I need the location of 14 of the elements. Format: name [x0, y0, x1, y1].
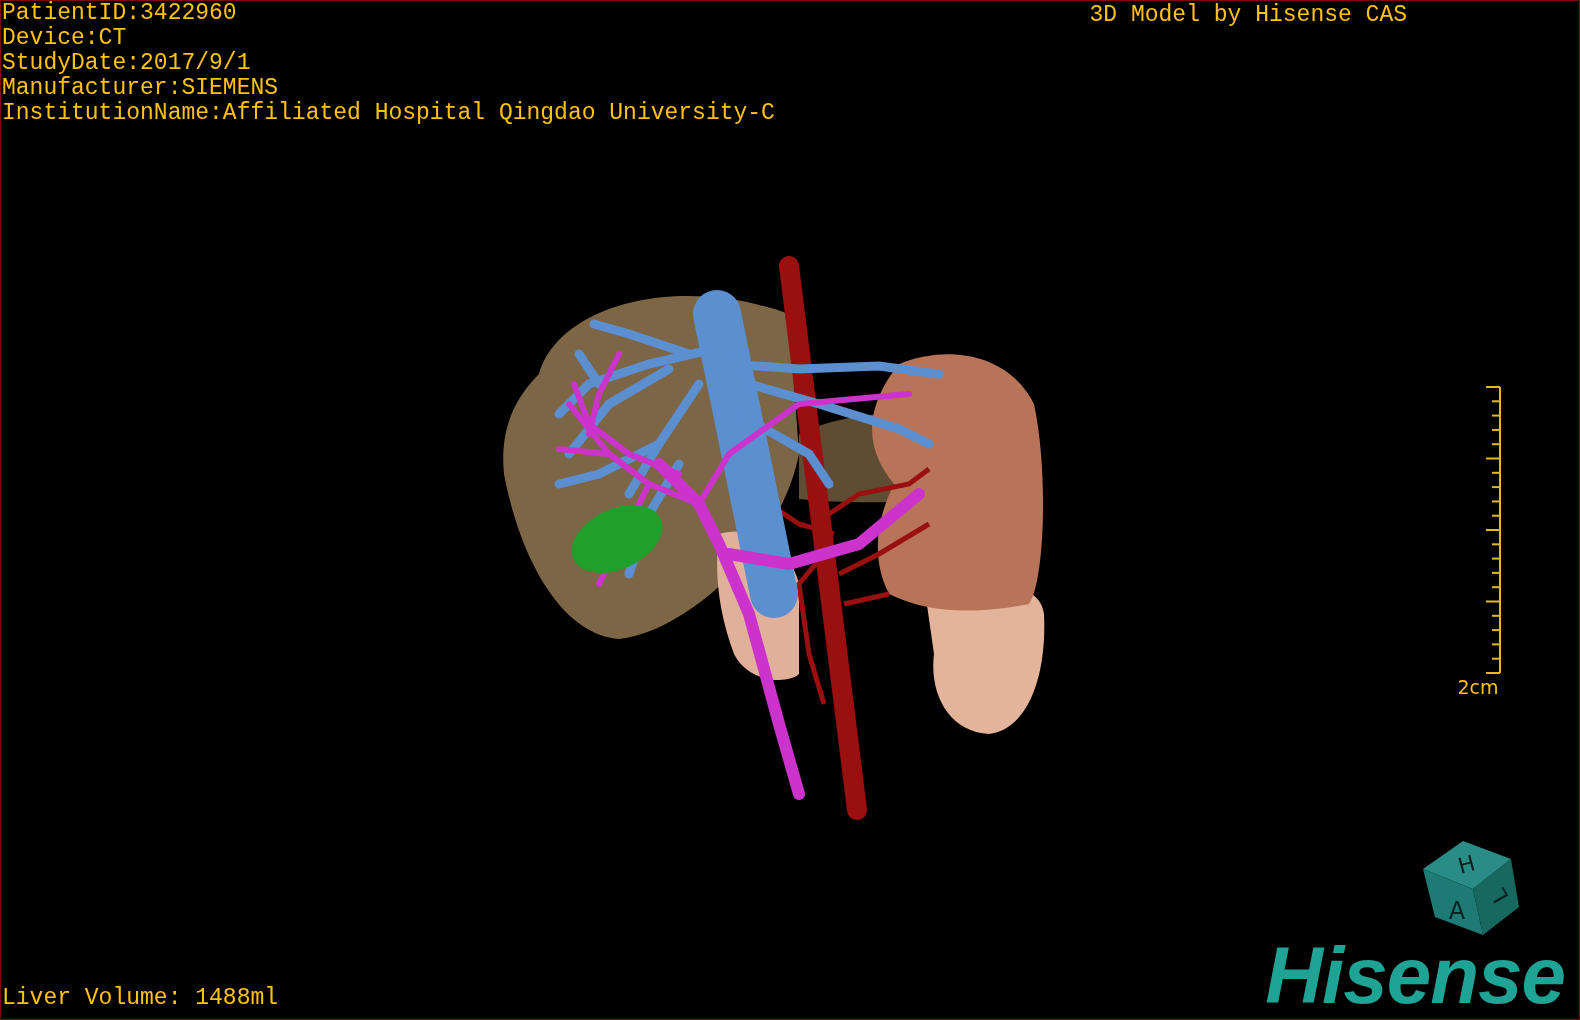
- info-text: Device:CT: [2, 26, 128, 51]
- cube-letter: A: [1448, 897, 1466, 925]
- orientation-cube-icon: [1423, 841, 1519, 935]
- info-text: InstitutionName:Affiliated Hospital Qingdao University-C: [2, 101, 775, 126]
- scale-label: 2cm: [1457, 676, 1499, 698]
- info-text: StudyDate:2017/9/1: [2, 51, 252, 76]
- cube-letter: L: [1485, 884, 1514, 908]
- scale-bar-icon: [1485, 386, 1501, 674]
- logo-wordmark: Hisense: [1265, 939, 1566, 1013]
- cube-letter: H: [1455, 850, 1478, 879]
- liver-volume-text: Liver Volume: 1488ml: [1, 986, 279, 1011]
- info-text: PatientID:3422960: [2, 1, 238, 26]
- info-text: Manufacturer:SIEMENS: [2, 76, 280, 101]
- model-credit-text: 3D Model by Hisense CAS: [1089, 3, 1407, 28]
